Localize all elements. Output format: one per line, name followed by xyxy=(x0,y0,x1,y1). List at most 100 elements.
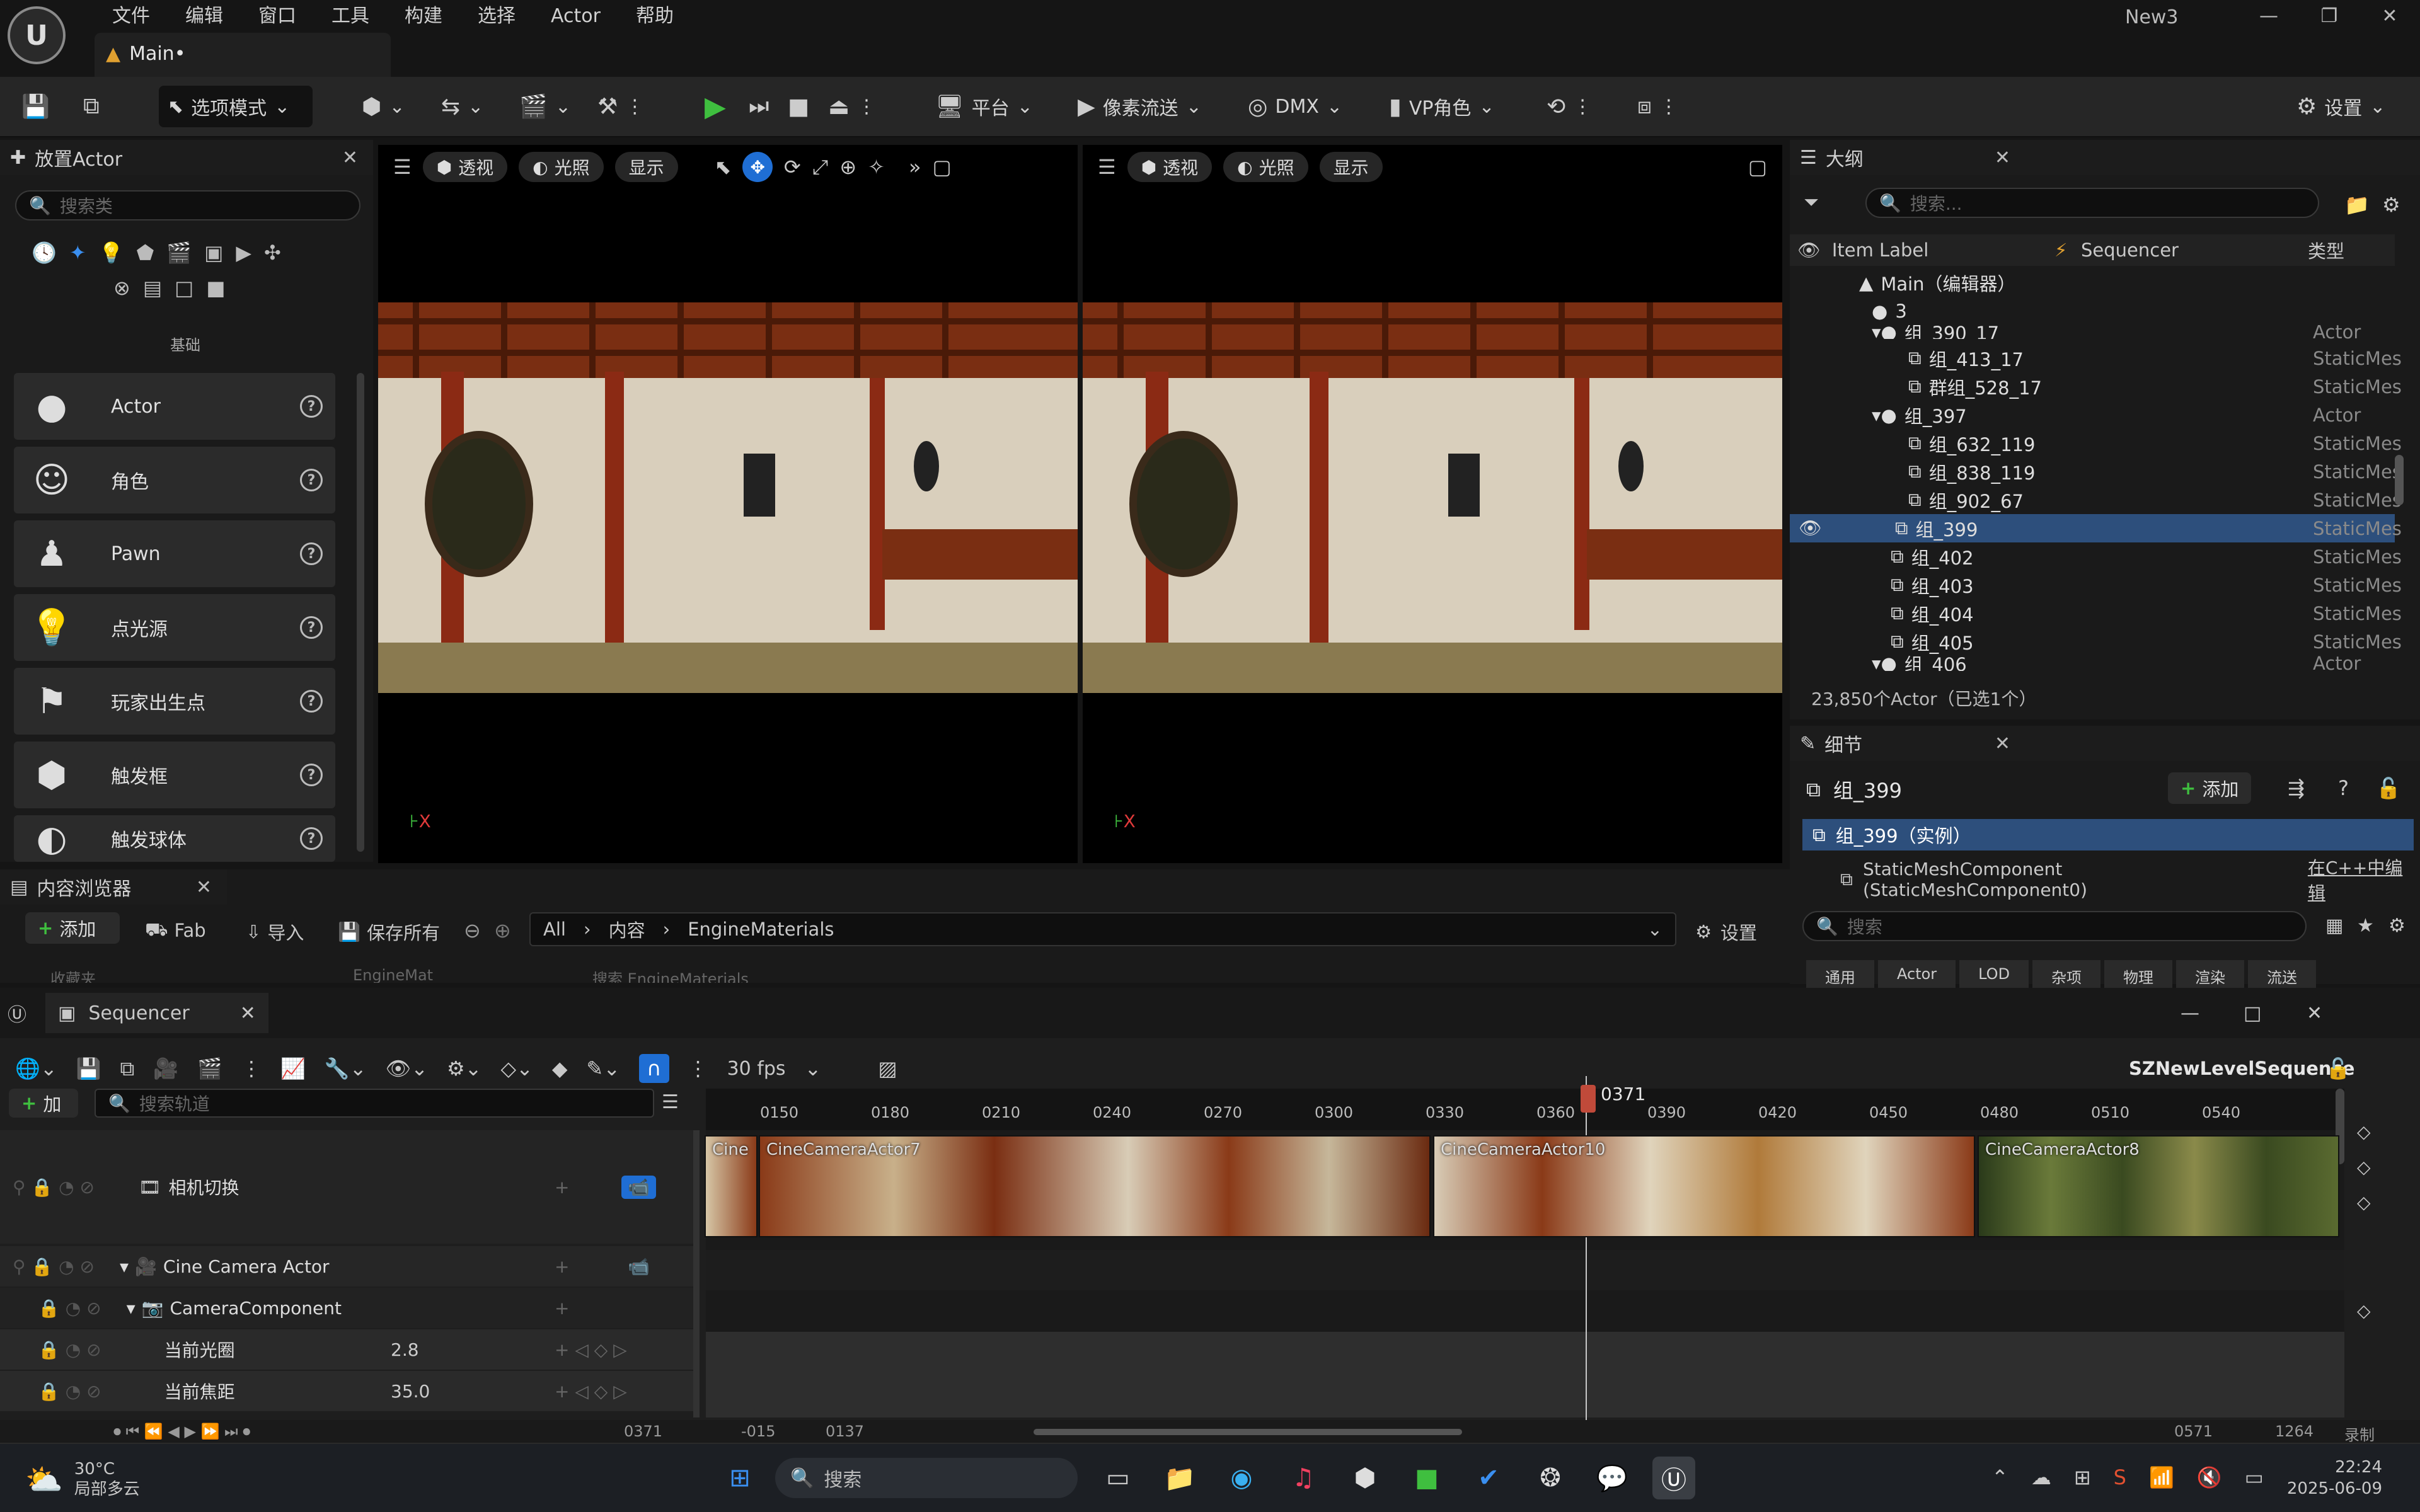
clock[interactable]: 22:24 2025-06-09 xyxy=(2231,1457,2382,1499)
content-settings-button[interactable]: ⚙ 设置 xyxy=(1695,919,1757,945)
dmx-dropdown[interactable]: ◎ DMX ⌄ xyxy=(1239,86,1351,127)
shape-category-icon[interactable]: ⬟ xyxy=(137,241,154,265)
playback-options-icon[interactable]: ⚙⌄ xyxy=(447,1057,482,1080)
level-tab[interactable]: ▲ Main• xyxy=(95,33,391,77)
more-icon[interactable]: ⋮ xyxy=(241,1057,262,1080)
track-camera-cuts[interactable]: ⚲ 🔒 ◔ ⊘ 🎞 相机切换 + 📹 xyxy=(0,1130,700,1244)
add-key-icon[interactable]: + xyxy=(555,1298,569,1319)
save-all-button[interactable]: 💾 保存所有 xyxy=(338,919,440,945)
outliner-row[interactable]: ⧉ 组_413_17 StaticMes xyxy=(1790,344,2402,372)
sequencer-tab[interactable]: ▣ Sequencer ✕ xyxy=(45,993,268,1033)
back-icon[interactable]: ⊖ xyxy=(464,919,481,942)
eject-button[interactable]: ⏏ ⋮ xyxy=(819,86,885,127)
lighting-button[interactable]: ◐ 光照 xyxy=(1223,152,1308,182)
outliner-row[interactable]: ⧉ 组_838_119 StaticMes xyxy=(1790,457,2402,486)
viewport-left[interactable]: ☰ ⬢ 透视 ◐ 光照 显示 ⬉ ✥ ⟳ ⤢ ⊕ ✧ » ▢ ⊦X xyxy=(378,145,1078,863)
breadcrumb-enginematerials[interactable]: EngineMaterials xyxy=(688,919,834,940)
rotate-tool-icon[interactable]: ⟳ xyxy=(784,155,801,179)
vp-role-dropdown[interactable]: ▮ VP角色 ⌄ xyxy=(1380,86,1504,127)
star-icon[interactable]: ★ xyxy=(2357,915,2374,937)
expand-arrow-icon[interactable]: ▾ xyxy=(120,1256,129,1277)
close-icon[interactable]: ✕ xyxy=(196,876,212,898)
scale-tool-icon[interactable]: ⤢ xyxy=(812,155,829,180)
history-button[interactable]: ⟲ ⋮ xyxy=(1538,86,1601,127)
chatgpt-icon[interactable]: ❂ xyxy=(1529,1457,1572,1499)
actor-item-pawn[interactable]: ♟ Pawn? xyxy=(14,520,335,587)
pixel-streaming-dropdown[interactable]: ▶ 像素流送 ⌄ xyxy=(1069,86,1211,127)
outliner-row[interactable]: ⧉ 组_902_67 StaticMes xyxy=(1790,486,2402,514)
import-button[interactable]: ⇩ 导入 xyxy=(246,919,304,945)
actor-item-character[interactable]: ☺ 角色? xyxy=(14,447,335,513)
forward-icon[interactable]: ⊕ xyxy=(494,919,511,942)
col-sequencer[interactable]: Sequencer xyxy=(2081,239,2179,261)
step-button[interactable]: ⏭ xyxy=(740,86,778,127)
playhead-line[interactable] xyxy=(1586,1076,1587,1467)
close-window-button[interactable]: ✕ xyxy=(2307,1002,2322,1024)
snap-icon[interactable]: ∩ xyxy=(639,1054,669,1083)
viewport-right[interactable]: ☰ ⬢ 透视 ◐ 光照 显示 ▢ ⊦X xyxy=(1083,145,1782,863)
track-controls-icon[interactable]: ⚲ 🔒 ◔ ⊘ xyxy=(13,1256,95,1277)
visibility-icon[interactable]: 👁⌄ xyxy=(386,1057,428,1080)
path-breadcrumb[interactable]: All › 内容 › EngineMaterials ⌄ xyxy=(529,912,1676,946)
key-icon[interactable]: ◇⌄ xyxy=(500,1057,533,1080)
track-controls-icon[interactable]: 🔒 ◔ ⊘ xyxy=(38,1339,101,1360)
track-aperture[interactable]: 🔒 ◔ ⊘ 当前光圈 2.8 + ◁ ◇ ▷ xyxy=(0,1329,700,1370)
platform-dropdown[interactable]: 🖥 平台 ⌄ xyxy=(926,86,1042,127)
expand-icon[interactable]: » xyxy=(909,155,921,179)
outliner-row[interactable]: ⧉ 组_404 StaticMes xyxy=(1790,599,2402,627)
minimize-button[interactable]: — xyxy=(2238,0,2299,33)
game-icon[interactable]: ⬢ xyxy=(1344,1457,1386,1499)
play-button[interactable]: ▶ xyxy=(696,86,735,127)
wechat-icon[interactable]: 💬 xyxy=(1591,1457,1634,1499)
tools-icon[interactable]: 🔧⌄ xyxy=(325,1057,367,1080)
save-icon[interactable]: 💾 xyxy=(76,1057,101,1080)
camera-clip[interactable]: Cine xyxy=(705,1135,758,1237)
help-icon[interactable]: ? xyxy=(300,764,323,786)
green-app-icon[interactable]: ■ xyxy=(1405,1457,1448,1499)
close-icon[interactable]: ✕ xyxy=(342,147,358,169)
box-icon[interactable]: □ xyxy=(175,276,193,300)
lock-icon[interactable]: 🔓 xyxy=(2325,1057,2351,1080)
folder-label[interactable]: EngineMat xyxy=(353,966,433,983)
view-end-field[interactable]: 1264 xyxy=(2275,1423,2313,1440)
track-add-button[interactable]: + 加 xyxy=(9,1089,78,1118)
camera-icon[interactable]: 📹 xyxy=(628,1256,650,1277)
help-icon[interactable]: ? xyxy=(300,395,323,418)
tray-app-icon[interactable]: S xyxy=(2114,1465,2126,1489)
breadcrumb-content[interactable]: 内容 xyxy=(609,916,645,942)
filter-button[interactable]: ⏷ xyxy=(1804,192,1819,214)
outliner-row[interactable]: ▾● 组_397 Actor xyxy=(1790,401,2395,429)
cube-icon[interactable]: ■ xyxy=(206,276,225,300)
help-icon[interactable]: ? xyxy=(300,827,323,850)
restore-button[interactable]: ❐ xyxy=(2299,0,2360,33)
transport-controls-icon[interactable]: ⏺ ⏮ ⏪ ◀ ▶ ⏩ ⏭ ⏺ xyxy=(113,1423,250,1440)
volume-icon[interactable]: 🔇 xyxy=(2197,1465,2222,1489)
mesh-icon[interactable]: ▤ xyxy=(143,276,162,300)
breadcrumb-all[interactable]: All xyxy=(543,919,566,940)
component-row[interactable]: ⧉ StaticMeshComponent (StaticMeshComponen… xyxy=(1840,854,2420,905)
menu-window[interactable]: 窗口 xyxy=(241,4,314,29)
record-dropdown[interactable]: 录制 xyxy=(2344,1423,2375,1445)
track-camera-component[interactable]: 🔒 ◔ ⊘ ▾ 📷 CameraComponent + xyxy=(0,1288,700,1328)
edge-icon[interactable]: ◉ xyxy=(1220,1457,1263,1499)
menu-help[interactable]: 帮助 xyxy=(618,4,691,29)
camera-clip[interactable]: CineCameraActor8 xyxy=(1978,1135,2339,1237)
actor-item-point-light[interactable]: 💡 点光源? xyxy=(14,594,335,661)
track-cine-camera[interactable]: ⚲ 🔒 ◔ ⊘ ▾ 🎥 Cine Camera Actor + 📹 xyxy=(0,1246,700,1286)
light-category-icon[interactable]: 💡 xyxy=(99,241,124,265)
todo-icon[interactable]: ✔ xyxy=(1467,1457,1510,1499)
taskbar-search[interactable]: 🔍 搜索 xyxy=(775,1458,1078,1498)
outliner-row[interactable]: ⧉ 组_403 StaticMes xyxy=(1790,571,2402,599)
content-add-button[interactable]: + 添加 xyxy=(25,912,120,944)
track-controls-icon[interactable]: 🔒 ◔ ⊘ xyxy=(38,1381,101,1402)
maximize-button[interactable]: □ xyxy=(2244,1002,2261,1024)
work-start-field[interactable]: 0137 xyxy=(826,1423,864,1440)
key-icon[interactable]: ◇ xyxy=(2357,1300,2371,1321)
ime-icon[interactable]: ⊞ xyxy=(2074,1465,2091,1489)
chevron-down-icon[interactable]: ⌄ xyxy=(805,1057,822,1080)
gear-icon[interactable]: ⚙ xyxy=(2388,915,2406,937)
eye-icon[interactable]: 👁 xyxy=(1799,517,1822,539)
curve-icon[interactable]: 📈 xyxy=(280,1057,306,1080)
geometry-icon[interactable]: ⊗ xyxy=(113,276,130,300)
current-frame-field[interactable]: 0371 xyxy=(624,1423,662,1440)
